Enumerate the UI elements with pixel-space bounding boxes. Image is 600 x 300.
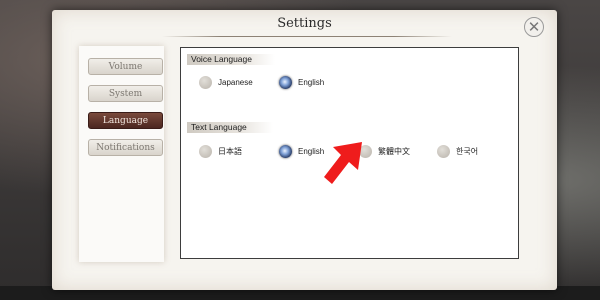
text-option-label: 한국어 (456, 147, 479, 156)
nav-item-notifications[interactable]: Notifications (88, 139, 163, 156)
red-arrow-icon (324, 142, 362, 184)
text-option-label: 繁體中文 (378, 147, 410, 156)
dialog-title: Settings (277, 16, 332, 31)
radio-unselected-icon[interactable] (437, 145, 450, 158)
voice-language-title: Voice Language (187, 54, 275, 65)
radio-selected-icon[interactable] (279, 76, 292, 89)
close-icon[interactable]: ✕ (524, 17, 544, 37)
text-option-label: 日本語 (218, 147, 242, 156)
nav-item-language[interactable]: Language (88, 112, 163, 129)
voice-option-japanese[interactable]: Japanese (199, 76, 253, 89)
settings-nav: Volume System Language Notifications (79, 46, 164, 262)
nav-item-system[interactable]: System (88, 85, 163, 102)
radio-selected-icon[interactable] (279, 145, 292, 158)
text-option-english[interactable]: English (279, 145, 324, 158)
radio-unselected-icon[interactable] (199, 76, 212, 89)
text-option-label: English (298, 147, 325, 156)
voice-option-label: Japanese (218, 78, 253, 87)
radio-unselected-icon[interactable] (199, 145, 212, 158)
text-language-title: Text Language (187, 122, 273, 133)
voice-option-label: English (298, 78, 325, 87)
text-option-korean[interactable]: 한국어 (437, 145, 478, 158)
title-divider (162, 36, 452, 37)
voice-option-english[interactable]: English (279, 76, 324, 89)
text-option-traditional-chinese[interactable]: 繁體中文 (359, 145, 410, 158)
settings-dialog: Settings ✕ Volume System Language Notifi… (52, 10, 557, 290)
nav-item-volume[interactable]: Volume (88, 58, 163, 75)
text-option-japanese[interactable]: 日本語 (199, 145, 242, 158)
